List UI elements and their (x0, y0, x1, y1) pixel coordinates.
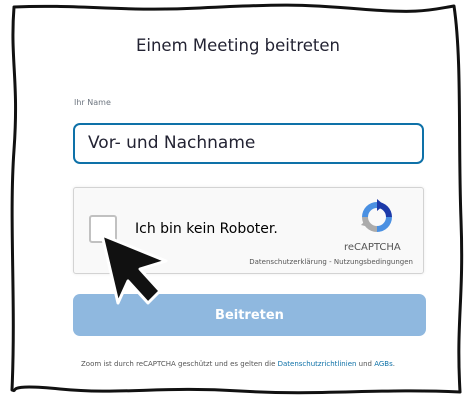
footer-middle: und (356, 360, 375, 368)
name-label: Ihr Name (74, 98, 111, 107)
footer-privacy-link[interactable]: Datenschutzrichtlinien (278, 360, 357, 368)
footer-prefix: Zoom ist durch reCAPTCHA geschützt und e… (81, 360, 278, 368)
recaptcha-brand: reCAPTCHA (344, 242, 401, 253)
page-title: Einem Meeting beitreten (135, 36, 341, 55)
name-input-value: Vor- und Nachname (88, 133, 256, 153)
recaptcha-privacy-link[interactable]: Datenschutzerklärung (249, 258, 327, 266)
recaptcha-logo-icon (361, 199, 392, 232)
recaptcha-links: Datenschutzerklärung - Nutzungsbedingung… (249, 258, 413, 266)
footer-terms-link[interactable]: AGBs (374, 360, 393, 368)
name-input[interactable]: Vor- und Nachname (73, 123, 424, 164)
recaptcha-terms-link[interactable]: Nutzungsbedingungen (334, 258, 413, 266)
footer-notice: Zoom ist durch reCAPTCHA geschützt und e… (0, 360, 476, 368)
mouse-arrow-icon (100, 233, 168, 305)
recaptcha-link-separator: - (326, 258, 334, 266)
join-button-label: Beitreten (215, 307, 284, 323)
footer-suffix: . (392, 360, 395, 368)
